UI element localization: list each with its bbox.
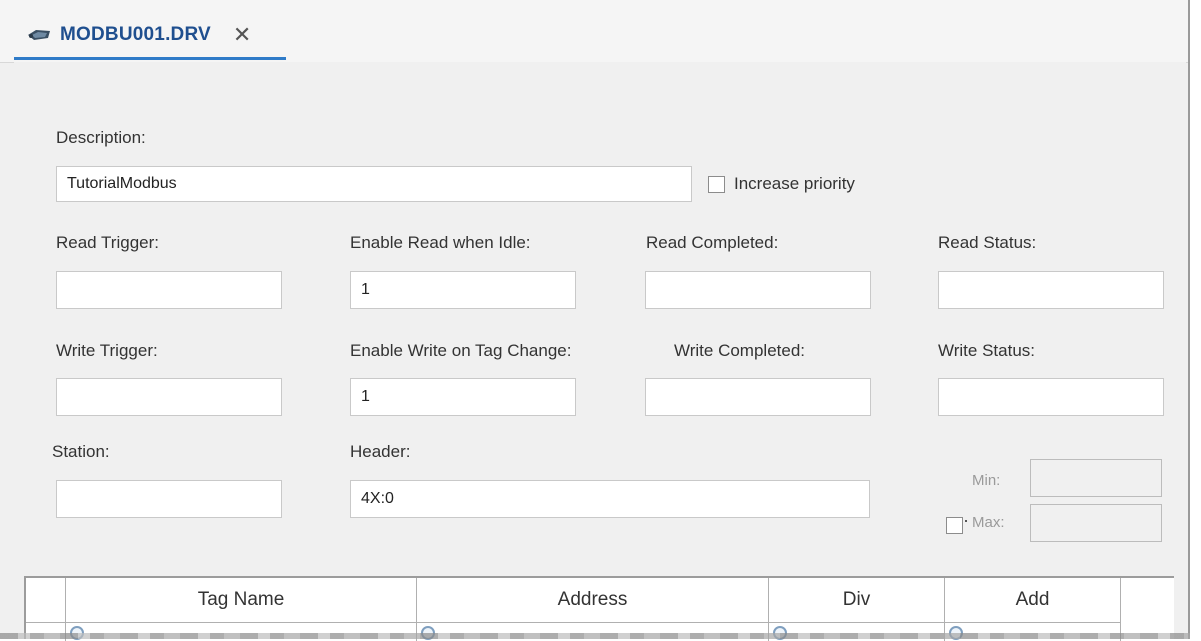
enable-read-idle-label: Enable Read when Idle: [350, 233, 531, 252]
station-label: Station: [52, 442, 110, 461]
write-completed-label: Write Completed: [674, 341, 806, 360]
column-header-tag-name[interactable]: Tag Name [66, 578, 417, 623]
row-header-corner[interactable] [26, 578, 66, 623]
tab-modbu001-drv[interactable]: MODBU001.DRV ✕ [14, 12, 286, 60]
driver-icon [28, 29, 50, 40]
driver-form: Description: Increase priority Read Trig… [14, 62, 1186, 564]
min-label: Min: [972, 472, 1001, 489]
tag-grid: Tag Name Address Div Add [24, 576, 1174, 641]
read-trigger-input[interactable] [56, 271, 282, 309]
write-status-input[interactable] [938, 378, 1164, 416]
column-header-address[interactable]: Address [417, 578, 769, 623]
write-trigger-label: Write Trigger: [56, 341, 158, 360]
increase-priority-label: Increase priority [734, 174, 855, 193]
read-status-input[interactable] [938, 271, 1164, 309]
tab-title: MODBU001.DRV [60, 23, 211, 45]
min-input[interactable] [1030, 459, 1162, 497]
station-input[interactable] [56, 480, 282, 518]
driver-window: MODBU001.DRV ✕ Description: Increase pri… [0, 0, 1190, 641]
description-label: Description: [56, 128, 146, 147]
read-trigger-label: Read Trigger: [56, 233, 159, 252]
header-input[interactable] [350, 480, 870, 518]
max-label: Max: [972, 514, 1005, 531]
column-header-div[interactable]: Div [769, 578, 945, 623]
close-icon[interactable]: ✕ [233, 23, 251, 46]
write-status-label: Write Status: [938, 341, 1035, 360]
enable-write-change-label: Enable Write on Tag Change: [350, 341, 572, 360]
scaling-dot [965, 520, 967, 522]
tab-strip: MODBU001.DRV ✕ [0, 0, 1188, 63]
enable-read-idle-input[interactable] [350, 271, 576, 309]
scaling-checkbox[interactable] [946, 517, 963, 534]
torn-edge [0, 633, 1190, 639]
enable-write-change-input[interactable] [350, 378, 576, 416]
increase-priority-checkbox[interactable] [708, 176, 725, 193]
write-completed-input[interactable] [645, 378, 871, 416]
max-input[interactable] [1030, 504, 1162, 542]
read-status-label: Read Status: [938, 233, 1037, 252]
header-label: Header: [350, 442, 411, 461]
read-completed-input[interactable] [645, 271, 871, 309]
column-header-add[interactable]: Add [945, 578, 1121, 623]
read-completed-label: Read Completed: [646, 233, 779, 252]
write-trigger-input[interactable] [56, 378, 282, 416]
description-input[interactable] [56, 166, 692, 202]
